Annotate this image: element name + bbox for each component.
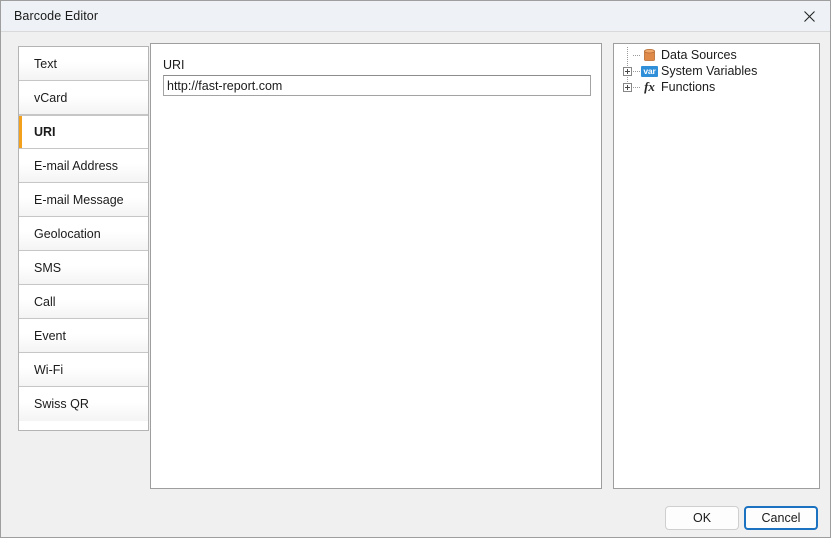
tree-line <box>633 70 640 72</box>
close-icon[interactable] <box>786 1 830 31</box>
selected-tab-accent <box>19 116 22 148</box>
tab-email-address[interactable]: E-mail Address <box>19 149 148 183</box>
tree-line <box>633 86 640 88</box>
tree-node-label: Functions <box>661 80 716 94</box>
uri-field-label: URI <box>163 58 185 72</box>
window-title: Barcode Editor <box>14 9 99 23</box>
tab-wifi[interactable]: Wi-Fi <box>19 353 148 387</box>
tab-geolocation[interactable]: Geolocation <box>19 217 148 251</box>
barcode-type-tablist[interactable]: Text vCard URI E-mail Address E-mail Mes… <box>18 46 149 431</box>
tab-label: Text <box>34 56 57 71</box>
tab-label: Call <box>34 294 56 309</box>
tree-node-label: Data Sources <box>661 48 737 62</box>
tab-label: vCard <box>34 90 68 105</box>
title-bar: Barcode Editor <box>1 1 830 32</box>
tab-label: Swiss QR <box>34 397 89 411</box>
tab-email-message[interactable]: E-mail Message <box>19 183 148 217</box>
tab-call[interactable]: Call <box>19 285 148 319</box>
expand-icon[interactable] <box>623 66 632 76</box>
tab-text[interactable]: Text <box>19 47 148 81</box>
tree-line <box>633 54 640 56</box>
cancel-button[interactable]: Cancel <box>744 506 818 530</box>
tree-node-data-sources[interactable]: Data Sources <box>614 47 819 63</box>
barcode-editor-dialog: Barcode Editor Text vCard URI E-mail Add… <box>0 0 831 538</box>
database-icon <box>641 48 658 62</box>
tab-label: URI <box>34 125 56 139</box>
tab-label: Geolocation <box>34 226 101 241</box>
tree-node-functions[interactable]: fx Functions <box>614 79 819 95</box>
function-icon: fx <box>644 79 655 94</box>
tree-node-label: System Variables <box>661 64 758 78</box>
tab-label: E-mail Address <box>34 158 119 173</box>
tab-event[interactable]: Event <box>19 319 148 353</box>
tab-swiss-qr[interactable]: Swiss QR <box>19 387 148 421</box>
tab-label: Event <box>34 328 66 343</box>
tree-node-system-variables[interactable]: var System Variables <box>614 63 819 79</box>
expand-icon[interactable] <box>623 82 632 92</box>
tab-label: SMS <box>34 260 62 275</box>
tab-label: Wi-Fi <box>34 362 64 377</box>
tab-vcard[interactable]: vCard <box>19 81 148 115</box>
uri-editor-panel: URI <box>150 43 602 489</box>
variable-icon: var <box>641 65 658 77</box>
tab-label: E-mail Message <box>34 192 124 207</box>
tab-uri[interactable]: URI <box>19 115 148 149</box>
tab-sms[interactable]: SMS <box>19 251 148 285</box>
data-tree-panel[interactable]: Data Sources var System Variables fx Fun… <box>613 43 820 489</box>
uri-input[interactable] <box>163 75 591 96</box>
ok-button[interactable]: OK <box>665 506 739 530</box>
